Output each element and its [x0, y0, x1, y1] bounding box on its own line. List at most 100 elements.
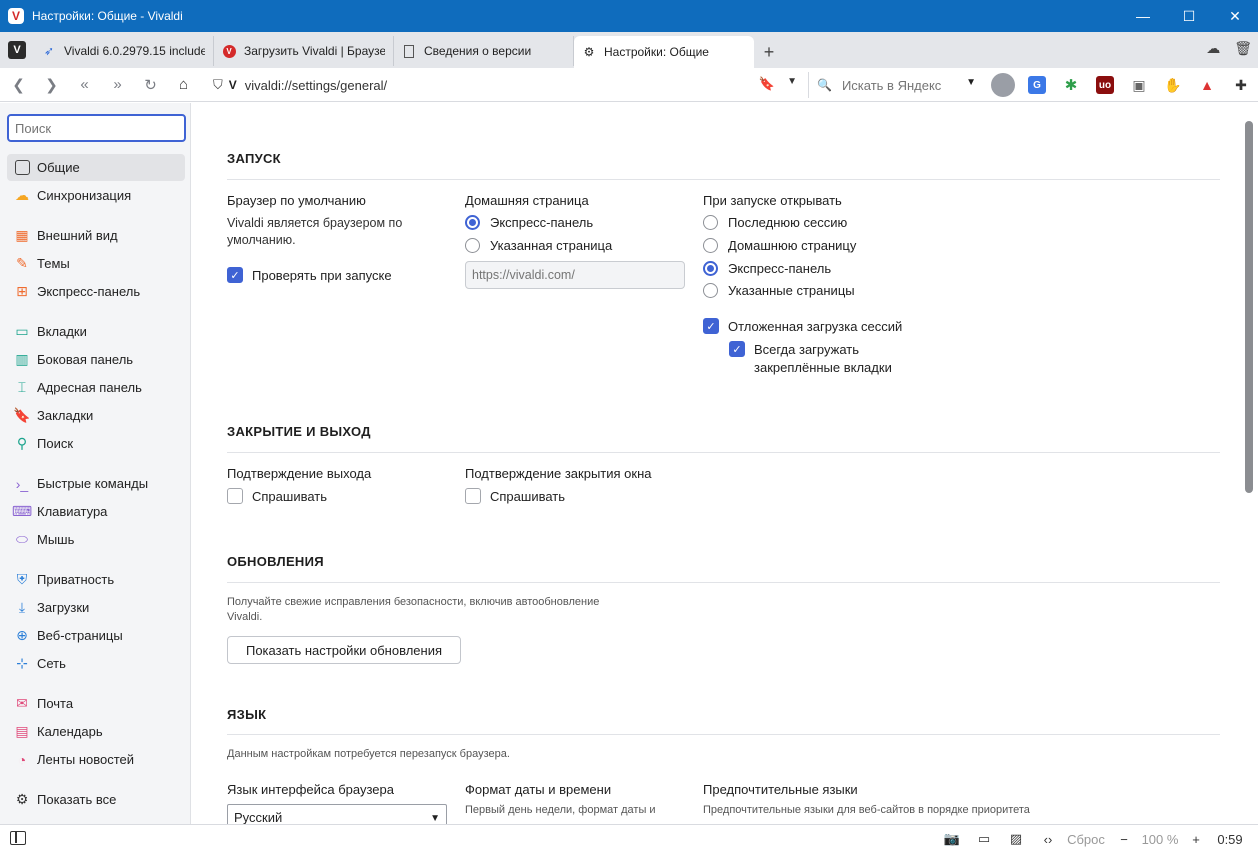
- speed-dial-icon: ⊞: [16, 283, 28, 299]
- sidebar-item-show-all[interactable]: ⚙ Показать все: [7, 786, 185, 813]
- sidebar-item-network[interactable]: ⊹ Сеть: [7, 650, 185, 677]
- search-engine-dropdown-icon[interactable]: ▼: [966, 77, 976, 88]
- camera-icon[interactable]: 📷: [936, 831, 968, 847]
- sidebar-item-label: Быстрые команды: [37, 476, 149, 491]
- sidebar-item-themes[interactable]: ✎ Темы: [7, 250, 185, 277]
- always-load-pinned-checkbox[interactable]: ✓ Всегда загружать закреплённые вкладки: [729, 341, 892, 377]
- confirm-exit-checkbox[interactable]: Спрашивать: [227, 488, 327, 504]
- ui-language-select[interactable]: Русский ▼: [227, 804, 447, 824]
- scrollbar-thumb[interactable]: [1245, 121, 1253, 493]
- sidebar-item-quick-commands[interactable]: ›_ Быстрые команды: [7, 470, 185, 497]
- shield-icon[interactable]: ⛉: [213, 77, 223, 93]
- homepage-option-specific-page[interactable]: Указанная страница: [465, 238, 612, 253]
- lazy-load-sessions-checkbox[interactable]: ✓ Отложенная загрузка сессий: [703, 318, 902, 334]
- window-title: Настройки: Общие - Vivaldi: [32, 9, 183, 23]
- extensions-puzzle-icon[interactable]: ✚: [1224, 70, 1258, 100]
- sidebar-item-bookmarks[interactable]: 🔖 Закладки: [7, 402, 185, 429]
- sidebar-item-feeds[interactable]: ◔ Ленты новостей: [7, 746, 185, 773]
- trash-icon[interactable]: 🗑: [1234, 40, 1252, 57]
- tab-version-info[interactable]: Сведения о версии: [394, 36, 574, 66]
- radio-unselected[interactable]: [703, 283, 718, 298]
- settings-search-input[interactable]: [7, 114, 186, 142]
- sidebar-item-search[interactable]: ⚲ Поиск: [7, 430, 185, 457]
- rewind-button[interactable]: «: [68, 68, 101, 102]
- preferred-languages-label: Предпочтительные языки: [703, 782, 858, 797]
- sidebar-item-sync[interactable]: ☁ Синхронизация: [7, 182, 185, 209]
- startup-option-speed-dial[interactable]: Экспресс-панель: [703, 261, 831, 276]
- language-restart-note: Данным настройкам потребуется перезапуск…: [227, 748, 510, 760]
- reload-button[interactable]: ↻: [134, 68, 167, 102]
- sidebar-item-tabs[interactable]: ▭ Вкладки: [7, 318, 185, 345]
- panel-toggle-icon[interactable]: [10, 831, 26, 845]
- tab-download-vivaldi[interactable]: V Загрузить Vivaldi | Браузер: [214, 36, 394, 66]
- sidebar-item-downloads[interactable]: ⤓ Загрузки: [7, 594, 185, 621]
- image-toggle-icon[interactable]: ▨: [1000, 831, 1032, 847]
- sidebar-item-label: Поиск: [37, 436, 74, 451]
- window-tiling-icon[interactable]: ▭: [968, 831, 1000, 847]
- homepage-url-input[interactable]: [465, 261, 685, 289]
- image-extension-icon[interactable]: ▲: [1190, 70, 1224, 100]
- forward-button[interactable]: ❯: [35, 68, 68, 102]
- home-button[interactable]: ⌂: [167, 68, 200, 102]
- clock[interactable]: 0:59: [1212, 832, 1248, 847]
- download-icon: ⤓: [18, 599, 26, 615]
- url-field[interactable]: ⛉ V vivaldi://settings/general/ 🔖 ▼: [205, 72, 805, 98]
- profile-button[interactable]: [986, 70, 1020, 100]
- sync-cloud-icon[interactable]: ☁: [1206, 40, 1220, 57]
- maximize-button[interactable]: ☐: [1166, 0, 1212, 32]
- startup-option-specific-pages[interactable]: Указанные страницы: [703, 283, 855, 298]
- sidebar-item-address-bar[interactable]: ⌶ Адресная панель: [7, 374, 185, 401]
- back-button[interactable]: ❮: [2, 68, 35, 102]
- tab-label: Настройки: Общие: [604, 45, 709, 59]
- bookmark-page-icon[interactable]: 🔖: [759, 76, 775, 92]
- tab-settings-general[interactable]: ⚙ Настройки: Общие: [574, 36, 754, 68]
- fast-forward-button[interactable]: »: [101, 68, 134, 102]
- homepage-option-speed-dial[interactable]: Экспресс-панель: [465, 215, 593, 230]
- ublock-origin-icon[interactable]: uo: [1088, 70, 1122, 100]
- checkbox-checked-icon[interactable]: ✓: [729, 341, 745, 357]
- sidebar-item-keyboard[interactable]: ⌨ Клавиатура: [7, 498, 185, 525]
- check-on-startup-checkbox[interactable]: ✓ Проверять при запуске: [227, 267, 392, 283]
- sidebar-item-mouse[interactable]: ⬭ Мышь: [7, 526, 185, 553]
- sidebar-item-side-panel[interactable]: ▥ Боковая панель: [7, 346, 185, 373]
- zoom-out-button[interactable]: −: [1108, 832, 1140, 847]
- url-text[interactable]: vivaldi://settings/general/: [245, 78, 387, 93]
- startup-option-homepage[interactable]: Домашнюю страницу: [703, 238, 856, 253]
- show-update-settings-button[interactable]: Показать настройки обновления: [227, 636, 461, 664]
- tracker-extension-icon[interactable]: ✋: [1156, 70, 1190, 100]
- sidebar-item-privacy[interactable]: ⛨ Приватность: [7, 566, 185, 593]
- radio-unselected[interactable]: [703, 238, 718, 253]
- checkbox-checked-icon[interactable]: ✓: [227, 267, 243, 283]
- colorful-extension-icon[interactable]: ✱: [1054, 70, 1088, 100]
- tab-manager-extension-icon[interactable]: ▣: [1122, 70, 1156, 100]
- settings-scrollbar[interactable]: [1242, 103, 1258, 824]
- vivaldi-menu-button[interactable]: V: [0, 32, 34, 68]
- sidebar-item-general[interactable]: Общие: [7, 154, 185, 181]
- checkbox-unchecked-icon[interactable]: [227, 488, 243, 504]
- sidebar-item-calendar[interactable]: ▤ Календарь: [7, 718, 185, 745]
- tab-vivaldi-release[interactable]: ➶ Vivaldi 6.0.2979.15 include: [34, 36, 214, 66]
- sidebar-item-mail[interactable]: ✉ Почта: [7, 690, 185, 717]
- confirm-close-checkbox[interactable]: Спрашивать: [465, 488, 565, 504]
- search-field[interactable]: 🔍 ▼: [808, 72, 982, 98]
- address-bar-icon: ⌶: [17, 379, 27, 395]
- zoom-reset-button[interactable]: Сброс: [1064, 832, 1108, 847]
- translate-extension-icon[interactable]: G: [1020, 70, 1054, 100]
- minimize-button[interactable]: —: [1120, 0, 1166, 32]
- radio-selected[interactable]: [703, 261, 718, 276]
- page-actions-icon[interactable]: ‹›: [1032, 832, 1064, 847]
- sidebar-item-speed-dial[interactable]: ⊞ Экспресс-панель: [7, 278, 185, 305]
- sidebar-item-appearance[interactable]: ▦ Внешний вид: [7, 222, 185, 249]
- url-history-dropdown-icon[interactable]: ▼: [787, 76, 797, 87]
- checkbox-unchecked-icon[interactable]: [465, 488, 481, 504]
- search-input[interactable]: [841, 77, 962, 93]
- new-tab-button[interactable]: +: [754, 36, 784, 68]
- checkbox-checked-icon[interactable]: ✓: [703, 318, 719, 334]
- close-button[interactable]: ✕: [1212, 0, 1258, 32]
- sidebar-item-webpages[interactable]: ⊕ Веб-страницы: [7, 622, 185, 649]
- radio-unselected[interactable]: [465, 238, 480, 253]
- radio-unselected[interactable]: [703, 215, 718, 230]
- zoom-in-button[interactable]: +: [1180, 832, 1212, 847]
- startup-option-last-session[interactable]: Последнюю сессию: [703, 215, 847, 230]
- radio-selected[interactable]: [465, 215, 480, 230]
